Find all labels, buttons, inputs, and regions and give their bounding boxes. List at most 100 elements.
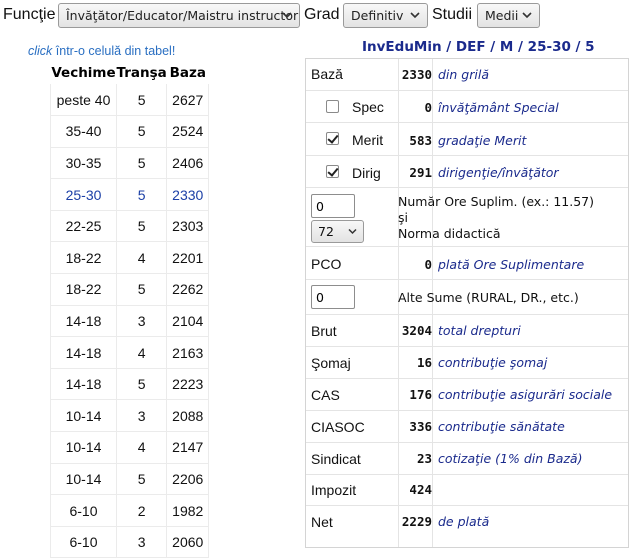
- table-row[interactable]: 18-22 4 2201: [50, 241, 210, 275]
- cell-baza[interactable]: 2303: [166, 210, 210, 243]
- cell-transa[interactable]: 5: [116, 210, 168, 243]
- net-desc: de plată: [438, 514, 490, 529]
- ore-suplimentare-input[interactable]: [311, 194, 355, 218]
- cell-baza[interactable]: 2147: [166, 431, 210, 464]
- impozit-value: 424: [409, 482, 432, 497]
- merit-label: Merit: [352, 132, 384, 148]
- cell-baza[interactable]: 2201: [166, 241, 210, 275]
- row-ciasoc: CIASOC 336 contribuţie sănătate: [306, 411, 628, 443]
- cell-vechime[interactable]: 6-10: [50, 494, 117, 527]
- cell-baza[interactable]: 2104: [166, 305, 210, 338]
- cell-transa[interactable]: 3: [116, 399, 168, 433]
- cell-vechime[interactable]: 6-10: [50, 526, 117, 558]
- table-row[interactable]: 14-18 3 2104: [50, 305, 210, 338]
- cell-vechime[interactable]: 35-40: [50, 115, 117, 148]
- cell-vechime[interactable]: 14-18: [50, 336, 117, 369]
- table-row[interactable]: 10-14 3 2088: [50, 399, 210, 433]
- alte-sume-input[interactable]: [311, 285, 355, 309]
- cell-transa[interactable]: 5: [116, 115, 168, 148]
- cell-transa[interactable]: 5: [116, 178, 168, 211]
- row-dirig: Dirig 291 dirigenţie/învăţător: [306, 156, 628, 188]
- table-row[interactable]: 10-14 4 2147: [50, 431, 210, 464]
- row-ore-suplimentare: 72 Număr Ore Suplim. (ex.: 11.57) şi Nor…: [306, 188, 628, 247]
- table-row[interactable]: peste 40 5 2627: [50, 84, 210, 117]
- spec-checkbox[interactable]: [326, 100, 339, 113]
- row-baza: Bază 2330 din grilă: [306, 59, 628, 91]
- functie-select[interactable]: Învăţător/Educator/Maistru instructor: [58, 3, 300, 28]
- table-row[interactable]: 10-14 5 2206: [50, 463, 210, 496]
- spec-desc: învăţământ Special: [438, 100, 559, 115]
- header-vechime: Vechime: [51, 65, 116, 81]
- table-row[interactable]: 35-40 5 2524: [50, 115, 210, 148]
- cell-baza[interactable]: 2406: [166, 147, 210, 180]
- cell-baza[interactable]: 2060: [166, 526, 210, 558]
- cell-vechime[interactable]: 18-22: [50, 273, 117, 306]
- table-row[interactable]: 22-25 5 2303: [50, 210, 210, 243]
- grad-label: Grad: [304, 6, 340, 23]
- functie-label: Funcţie: [3, 6, 56, 23]
- table-row[interactable]: 30-35 5 2406: [50, 147, 210, 180]
- cell-transa[interactable]: 4: [116, 241, 168, 275]
- cell-transa[interactable]: 3: [116, 526, 168, 558]
- cell-baza[interactable]: 2163: [166, 336, 210, 369]
- cell-transa[interactable]: 5: [116, 273, 168, 306]
- cell-vechime[interactable]: 30-35: [50, 147, 117, 180]
- pco-desc: plată Ore Suplimentare: [438, 257, 585, 272]
- cell-transa[interactable]: 5: [116, 368, 168, 401]
- row-somaj: Şomaj 16 contribuţie şomaj: [306, 347, 628, 379]
- cell-baza[interactable]: 2524: [166, 115, 210, 148]
- table-row[interactable]: 6-10 2 1982: [50, 494, 210, 527]
- cell-transa[interactable]: 2: [116, 494, 168, 527]
- cell-baza[interactable]: 2627: [166, 84, 210, 117]
- studii-select[interactable]: Medii: [477, 3, 540, 28]
- cell-transa[interactable]: 5: [116, 463, 168, 496]
- cell-vechime[interactable]: 10-14: [50, 463, 117, 496]
- header-transa: Tranşa: [116, 65, 167, 81]
- cell-transa[interactable]: 5: [116, 147, 168, 180]
- cell-baza[interactable]: 2262: [166, 273, 210, 306]
- ore-note-line2: şi: [398, 210, 408, 225]
- table-row[interactable]: 25-30 5 2330: [50, 178, 210, 211]
- sindicat-label: Sindicat: [311, 451, 361, 467]
- table-row[interactable]: 14-18 5 2223: [50, 368, 210, 401]
- norma-select[interactable]: 72: [311, 220, 364, 243]
- sindicat-value: 23: [416, 451, 432, 466]
- sindicat-desc: cotizaţie (1% din Bază): [438, 451, 583, 466]
- net-value: 2229: [401, 514, 432, 529]
- chevron-down-icon: [522, 12, 532, 19]
- cell-vechime[interactable]: 22-25: [50, 210, 117, 243]
- cell-vechime[interactable]: 14-18: [50, 368, 117, 401]
- grad-select[interactable]: Definitiv: [343, 3, 428, 28]
- cell-vechime[interactable]: 18-22: [50, 241, 117, 275]
- cell-transa[interactable]: 4: [116, 336, 168, 369]
- row-merit: Merit 583 gradaţie Merit: [306, 123, 628, 156]
- cell-vechime[interactable]: 25-30: [50, 178, 117, 211]
- row-spec: Spec 0 învăţământ Special: [306, 91, 628, 123]
- cell-baza[interactable]: 2330: [166, 178, 210, 211]
- baza-label: Bază: [311, 66, 343, 82]
- cell-transa[interactable]: 3: [116, 305, 168, 338]
- cell-vechime[interactable]: peste 40: [50, 84, 117, 117]
- somaj-label: Şomaj: [311, 355, 351, 371]
- merit-checkbox[interactable]: [326, 132, 339, 145]
- studii-select-value: Medii: [485, 8, 519, 23]
- merit-desc: gradaţie Merit: [438, 133, 527, 148]
- ciasoc-desc: contribuţie sănătate: [438, 419, 565, 434]
- table-row[interactable]: 18-22 5 2262: [50, 273, 210, 306]
- cell-baza[interactable]: 2206: [166, 463, 210, 496]
- cell-baza[interactable]: 2223: [166, 368, 210, 401]
- cell-vechime[interactable]: 10-14: [50, 399, 117, 433]
- cell-vechime[interactable]: 14-18: [50, 305, 117, 338]
- row-net: Net 2229 de plată: [306, 506, 628, 538]
- cell-transa[interactable]: 4: [116, 431, 168, 464]
- cell-baza[interactable]: 1982: [166, 494, 210, 527]
- norma-select-value: 72: [318, 224, 334, 239]
- table-row[interactable]: 14-18 4 2163: [50, 336, 210, 369]
- cell-baza[interactable]: 2088: [166, 399, 210, 433]
- dirig-checkbox[interactable]: [326, 165, 339, 178]
- studii-label: Studii: [432, 6, 473, 23]
- ore-note-line1: Număr Ore Suplim. (ex.: 11.57): [398, 194, 595, 209]
- table-row[interactable]: 6-10 3 2060: [50, 526, 210, 558]
- cell-transa[interactable]: 5: [116, 84, 168, 117]
- cell-vechime[interactable]: 10-14: [50, 431, 117, 464]
